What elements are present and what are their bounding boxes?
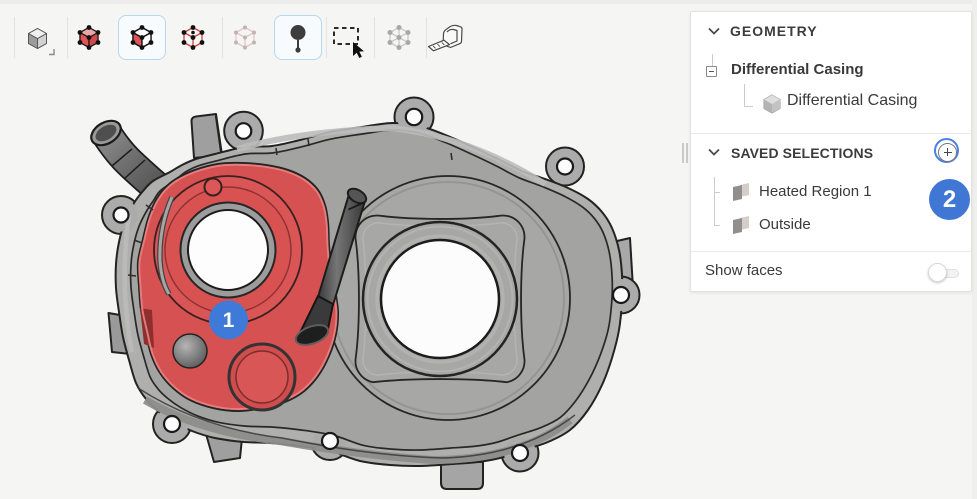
svg-text:1: 1	[223, 309, 235, 332]
